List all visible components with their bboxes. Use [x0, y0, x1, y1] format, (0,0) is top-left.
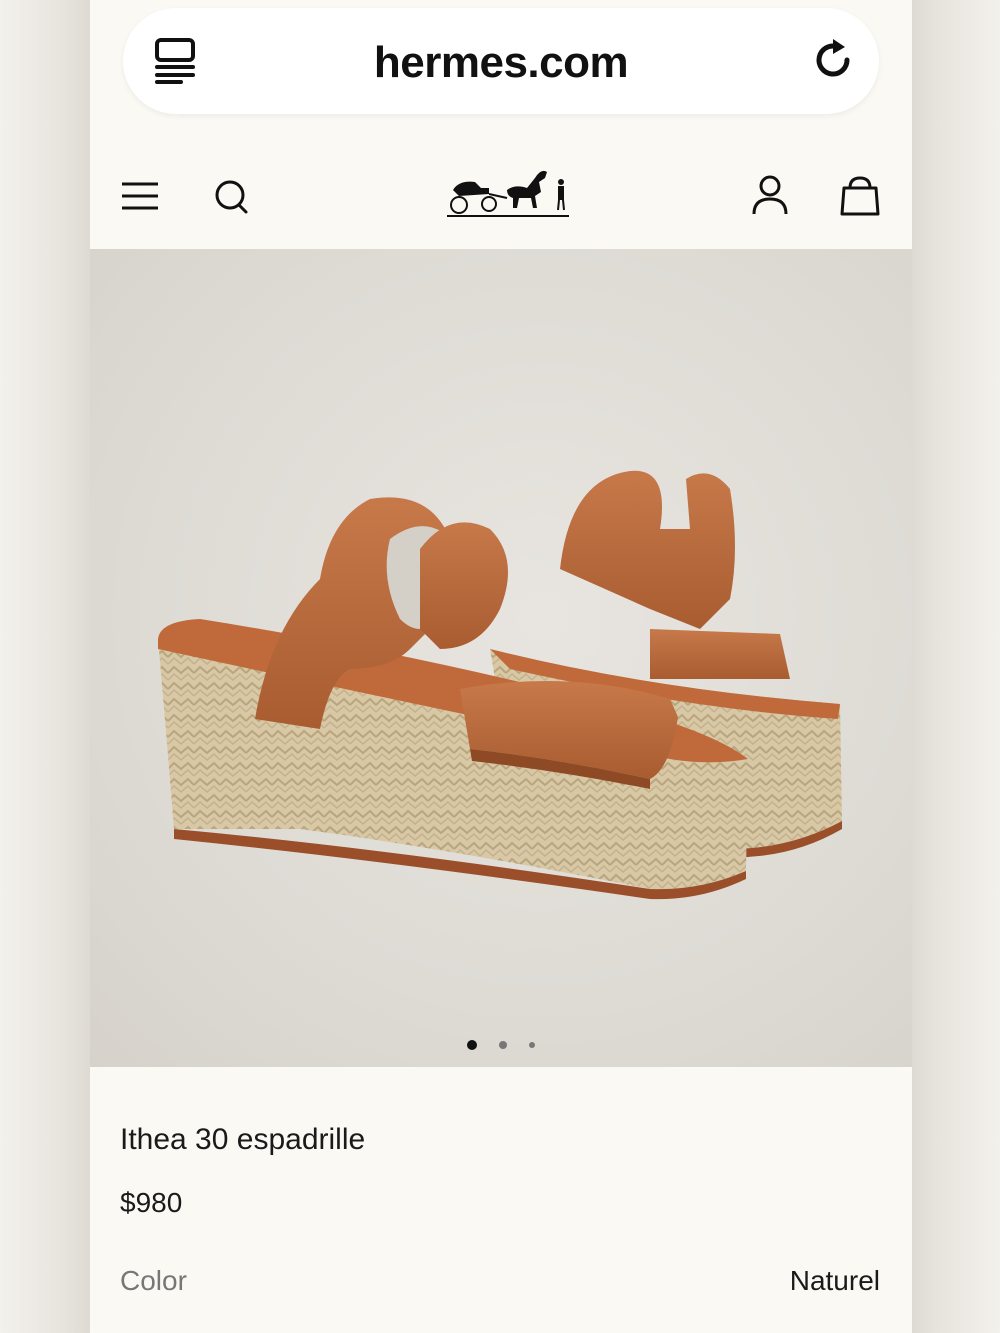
carousel-dot-2[interactable]: [499, 1040, 507, 1049]
espadrille-sandals-image: [158, 470, 842, 900]
reload-icon: [816, 39, 850, 77]
carousel-dots: [90, 1036, 912, 1050]
color-selector[interactable]: Naturel: [790, 1265, 880, 1297]
product-info: Ithea 30 espadrille $980 Color Naturel: [90, 1067, 912, 1333]
color-label: Color: [120, 1265, 187, 1296]
account-button[interactable]: [750, 174, 790, 216]
cart-button[interactable]: [838, 174, 882, 218]
carousel-dot-3[interactable]: [529, 1041, 536, 1048]
hermes-carriage-logo: [447, 170, 569, 217]
background-right: [912, 0, 1000, 1333]
hamburger-menu-icon: [122, 182, 158, 210]
account-icon: [752, 175, 788, 215]
search-icon: [215, 180, 248, 214]
carousel-dot-1[interactable]: [466, 1039, 477, 1050]
background-left: [0, 0, 90, 1333]
reload-button[interactable]: [809, 36, 857, 84]
phone-screen: hermes.com Ithea 30 espadrille $980 Colo…: [90, 0, 912, 1333]
product-image[interactable]: [90, 249, 912, 1067]
product-price: $980: [120, 1187, 183, 1218]
search-button[interactable]: [210, 176, 252, 218]
url-text[interactable]: hermes.com: [123, 38, 879, 88]
menu-button[interactable]: [120, 178, 162, 218]
product-name: Ithea 30 espadrille: [120, 1123, 366, 1156]
browser-url-bar[interactable]: hermes.com: [123, 8, 879, 114]
shopping-bag-icon: [840, 176, 880, 216]
site-header: [90, 150, 912, 246]
hermes-logo[interactable]: [445, 162, 571, 222]
